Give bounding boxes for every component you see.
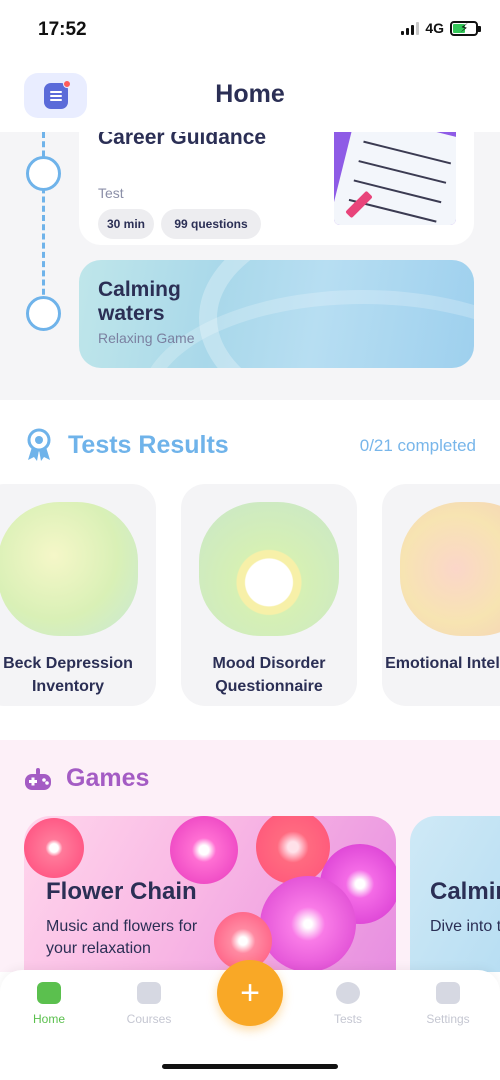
tab-tests[interactable]: Tests [313,982,383,1026]
status-time: 17:52 [38,19,87,40]
game-card[interactable]: Calming waters Relaxing Game [79,260,474,368]
duration-pill: 30 min [98,209,154,239]
game-card-title: Flower Chain [46,878,197,905]
add-button[interactable]: + [217,960,283,1026]
test-name: Mood Disorder Questionnaire [212,655,326,695]
home-content[interactable]: Career Guidance Test 30 min 99 questions… [0,132,500,972]
plus-icon: + [240,974,260,1012]
flower-decoration [170,816,238,884]
games-header: Games [24,764,149,793]
tab-courses[interactable]: Courses [114,982,184,1026]
flower-decoration [256,816,330,884]
test-illustration [0,502,138,636]
home-indicator [162,1064,338,1069]
page-title: Home [215,80,285,108]
flower-decoration [24,818,84,878]
test-illustration [400,502,500,636]
tab-label: Tests [333,1012,362,1026]
section-title: Games [66,764,150,792]
game-card-subtitle: Music and flowers for your relaxation [46,918,198,957]
network-type: 4G [425,20,444,36]
course-title: Career Guidance [98,132,267,149]
questions-pill: 99 questions [161,209,261,239]
flower-decoration [260,876,356,972]
tab-label: Home [32,1012,65,1026]
settings-icon [436,982,460,1004]
game-card-subtitle: Dive into tranquillity [430,918,500,935]
signal-icon [401,21,420,35]
tests-results-header: Tests Results [24,428,229,462]
game-card-flower-chain[interactable]: Flower Chain Music and flowers for your … [24,816,396,972]
courses-icon [137,982,161,1004]
course-card[interactable]: Career Guidance Test 30 min 99 questions [79,132,474,245]
timeline-node [26,296,61,331]
tab-home[interactable]: Home [14,982,84,1026]
tab-settings[interactable]: Settings [413,982,483,1026]
tests-icon [336,982,360,1004]
tests-progress: 0/21 completed [359,436,476,455]
course-type: Test [98,185,124,201]
timeline-section: Career Guidance Test 30 min 99 questions… [0,132,500,400]
test-name: Emotional Intelligence [385,655,500,672]
games-section: Games Flower Chain Music and flowers for… [0,740,500,972]
timeline-node [26,156,61,191]
tab-label: Settings [426,1012,470,1026]
gamepad-icon [25,767,51,790]
award-icon [27,428,51,461]
home-icon [37,982,61,1004]
game-card-title: Calming waters [430,878,500,905]
test-name: Beck Depression Inventory [3,655,133,695]
status-bar: 17:52 4G ⚡ [0,0,500,60]
test-card[interactable]: Beck Depression Inventory [0,484,156,706]
tests-results-section: Tests Results 0/21 completed Beck Depres… [0,400,500,740]
game-title: Calming waters [98,278,181,325]
test-illustration [199,502,339,636]
status-indicators: 4G ⚡ [401,20,481,36]
header: Home [0,60,500,132]
tab-label: Courses [126,1012,172,1026]
game-card-calming-waters[interactable]: Calming waters Dive into tranquillity [410,816,500,972]
section-title: Tests Results [68,430,229,459]
game-type: Relaxing Game [98,330,195,346]
test-card[interactable]: Emotional Intelligence [382,484,500,706]
test-card[interactable]: Mood Disorder Questionnaire [181,484,357,706]
course-thumbnail [334,132,456,225]
battery-icon: ⚡ [450,20,481,36]
tab-bar: Home Courses + Tests Settings [0,960,500,1080]
